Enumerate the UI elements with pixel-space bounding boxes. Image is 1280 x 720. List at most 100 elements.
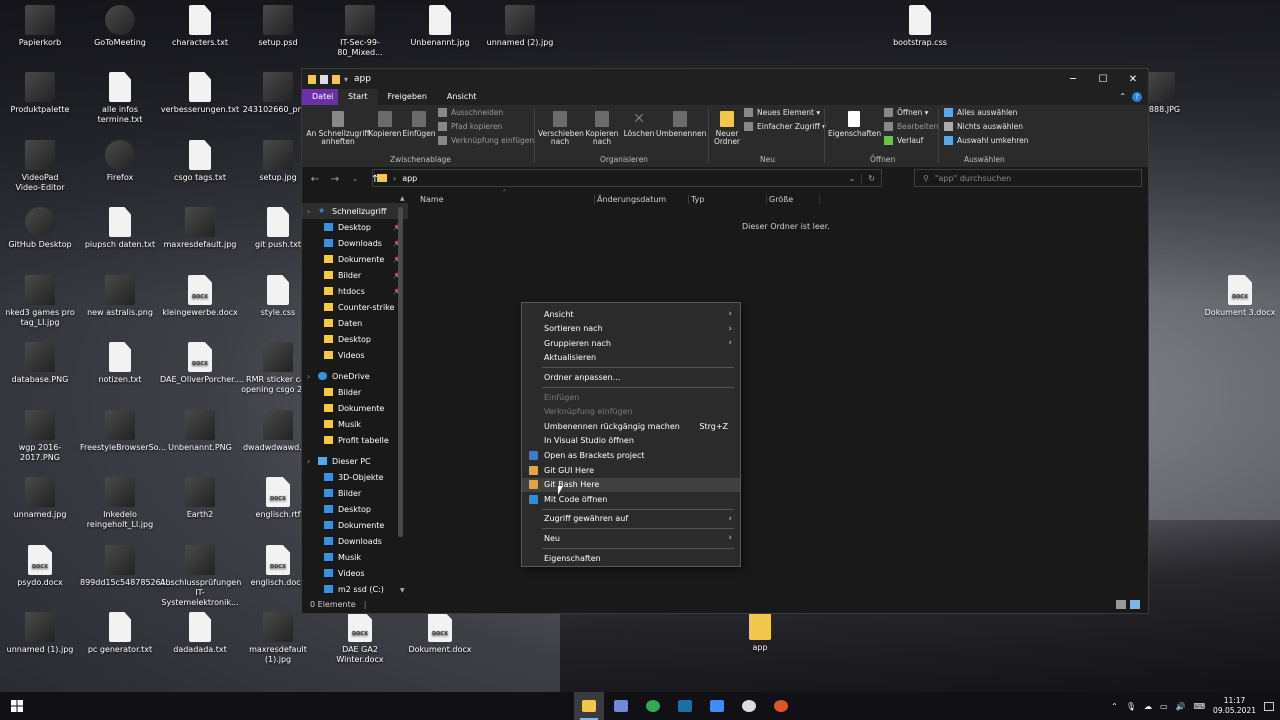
nav-item[interactable]: › OneDrive: [302, 368, 408, 384]
desktop-icon[interactable]: alle infos termine.txt: [80, 72, 160, 125]
select-all-button[interactable]: Alles auswählen: [944, 108, 1017, 117]
desktop-icon[interactable]: csgo tags.txt: [160, 140, 240, 183]
notifications-icon[interactable]: [1264, 701, 1274, 711]
tab-datei[interactable]: Datei: [302, 89, 338, 105]
close-button[interactable]: ✕: [1118, 74, 1148, 85]
move-to-button[interactable]: Verschieben nach: [538, 111, 584, 146]
title-bar[interactable]: ▾ app ─ ☐ ✕: [302, 69, 1148, 89]
microphone-icon[interactable]: 🎙: [1126, 702, 1136, 711]
desktop-icon[interactable]: DOCX psydo.docx: [0, 545, 80, 588]
menu-item[interactable]: Git Bash Here: [522, 477, 740, 492]
new-item-button[interactable]: Neues Element ▾: [744, 108, 820, 117]
minimize-button[interactable]: ─: [1058, 74, 1088, 85]
properties-button[interactable]: Eigenschaften: [828, 111, 881, 138]
desktop-icon[interactable]: Inkedelo reingeholt_LI.jpg: [80, 477, 160, 530]
nav-item[interactable]: Profit tabelle: [302, 432, 408, 448]
paste-button[interactable]: Einfügen: [402, 111, 436, 138]
menu-item[interactable]: Zugriff gewähren auf ›: [522, 512, 740, 526]
scroll-up-icon[interactable]: ▲: [400, 195, 405, 202]
nav-item[interactable]: › ★ Schnellzugriff: [302, 203, 408, 219]
address-bar[interactable]: › app ⌄ ↻: [372, 169, 882, 187]
desktop-icon[interactable]: GitHub Desktop: [0, 207, 80, 250]
refresh-icon[interactable]: ↻: [861, 173, 875, 183]
search-input[interactable]: ⚲ "app" durchsuchen: [914, 169, 1142, 187]
menu-item[interactable]: Eigenschaften: [522, 551, 740, 565]
desktop-icon[interactable]: new astralis.png: [80, 275, 160, 318]
desktop-icon[interactable]: 899dd15c548785261...: [80, 545, 173, 588]
cut-button[interactable]: Ausschneiden: [438, 108, 503, 117]
nav-item[interactable]: Downloads📌: [302, 235, 408, 251]
nav-item[interactable]: › Dieser PC: [302, 453, 408, 469]
column-name[interactable]: Name: [420, 195, 444, 204]
tab-ansicht[interactable]: Ansicht: [437, 89, 487, 105]
quick-access-dropdown-icon[interactable]: ▾: [344, 75, 348, 84]
nav-item[interactable]: Daten: [302, 315, 408, 331]
back-arrow-icon[interactable]: ←: [308, 174, 322, 185]
maximize-button[interactable]: ☐: [1088, 74, 1118, 85]
new-folder-quick-icon[interactable]: [332, 74, 340, 84]
nav-item[interactable]: Musik: [302, 416, 408, 432]
tab-start[interactable]: Start: [338, 89, 378, 105]
nav-item[interactable]: 3D-Objekte: [302, 469, 408, 485]
taskbar-explorer-button[interactable]: [574, 692, 604, 720]
desktop-icon[interactable]: Papierkorb: [0, 5, 80, 48]
navigation-scrollbar[interactable]: [398, 207, 403, 537]
desktop-icon[interactable]: app: [720, 612, 800, 653]
expand-chevron-icon[interactable]: ›: [307, 372, 310, 381]
tab-freigeben[interactable]: Freigeben: [378, 89, 437, 105]
menu-item[interactable]: Gruppieren nach ›: [522, 336, 740, 350]
large-icons-view-icon[interactable]: [1130, 599, 1140, 609]
nav-item[interactable]: m2 ssd (C:): [302, 581, 408, 595]
pin-quick-access-button[interactable]: An Schnellzugriff anheften: [306, 111, 370, 146]
menu-item[interactable]: Neu ›: [522, 531, 740, 545]
menu-item[interactable]: Open as Brackets project: [522, 448, 740, 462]
invert-selection-button[interactable]: Auswahl umkehren: [944, 136, 1029, 145]
taskbar-discord-button[interactable]: [606, 692, 636, 720]
chevron-up-icon[interactable]: ⌃: [1119, 89, 1126, 105]
nav-item[interactable]: Dokumente: [302, 517, 408, 533]
nav-item[interactable]: Dokumente: [302, 400, 408, 416]
nav-item[interactable]: Videos: [302, 347, 408, 363]
desktop-icon[interactable]: Abschlussprüfungen IT-Systemelektronik..…: [160, 545, 241, 608]
clock[interactable]: 11:17 09.05.2021: [1213, 696, 1256, 716]
expand-chevron-icon[interactable]: ›: [307, 457, 310, 466]
rename-button[interactable]: Umbenennen: [656, 111, 706, 138]
desktop-icon[interactable]: piupsch daten.txt: [80, 207, 160, 250]
delete-button[interactable]: ✕ Löschen: [622, 111, 656, 138]
desktop-icon[interactable]: unnamed (2).jpg: [480, 5, 560, 48]
tray-chevron-icon[interactable]: ⌃: [1111, 702, 1118, 711]
properties-quick-icon[interactable]: [320, 74, 328, 84]
desktop-icon[interactable]: IT-Sec-99-80_Mixed...: [320, 5, 400, 58]
nav-item[interactable]: Desktop: [302, 501, 408, 517]
menu-item[interactable]: Ordner anpassen...: [522, 370, 740, 384]
network-icon[interactable]: ▭: [1160, 702, 1168, 711]
column-size[interactable]: Größe: [766, 195, 820, 204]
desktop-icon[interactable]: FreestyleBrowserSo...: [80, 410, 166, 453]
menu-item[interactable]: Sortieren nach ›: [522, 322, 740, 336]
taskbar-chrome-button[interactable]: [638, 692, 668, 720]
menu-item[interactable]: Aktualisieren: [522, 351, 740, 365]
desktop-icon[interactable]: setup.psd: [238, 5, 318, 48]
onedrive-cloud-icon[interactable]: ☁: [1144, 702, 1152, 711]
nav-item[interactable]: Bilder: [302, 384, 408, 400]
desktop-icon[interactable]: Earth2: [160, 477, 240, 520]
desktop-icon[interactable]: wgp 2016-2017.PNG: [0, 410, 80, 463]
nav-item[interactable]: Bilder📌: [302, 267, 408, 283]
desktop-icon[interactable]: unnamed.jpg: [0, 477, 80, 520]
nav-item[interactable]: Bilder: [302, 485, 408, 501]
menu-item[interactable]: Git GUI Here: [522, 463, 740, 477]
taskbar-todo-button[interactable]: [702, 692, 732, 720]
help-icon[interactable]: ?: [1132, 92, 1142, 102]
desktop-icon[interactable]: DOCX Dokument.docx: [400, 612, 480, 655]
desktop-icon[interactable]: DOCX kleingewerbe.docx: [160, 275, 240, 318]
desktop-icon[interactable]: DOCX Dokument 3.docx: [1200, 275, 1280, 318]
desktop-icon[interactable]: pc generator.txt: [80, 612, 160, 655]
copy-path-button[interactable]: Pfad kopieren: [438, 122, 502, 131]
desktop-icon[interactable]: maxresdefault (1).jpg: [238, 612, 318, 665]
column-type[interactable]: Typ: [688, 195, 704, 204]
menu-item[interactable]: In Visual Studio öffnen: [522, 434, 740, 448]
paste-shortcut-button[interactable]: Verknüpfung einfügen: [438, 136, 534, 145]
menu-item[interactable]: Ansicht ›: [522, 307, 740, 321]
taskbar-steam-button[interactable]: [670, 692, 700, 720]
menu-item[interactable]: Mit Code öffnen: [522, 492, 740, 506]
